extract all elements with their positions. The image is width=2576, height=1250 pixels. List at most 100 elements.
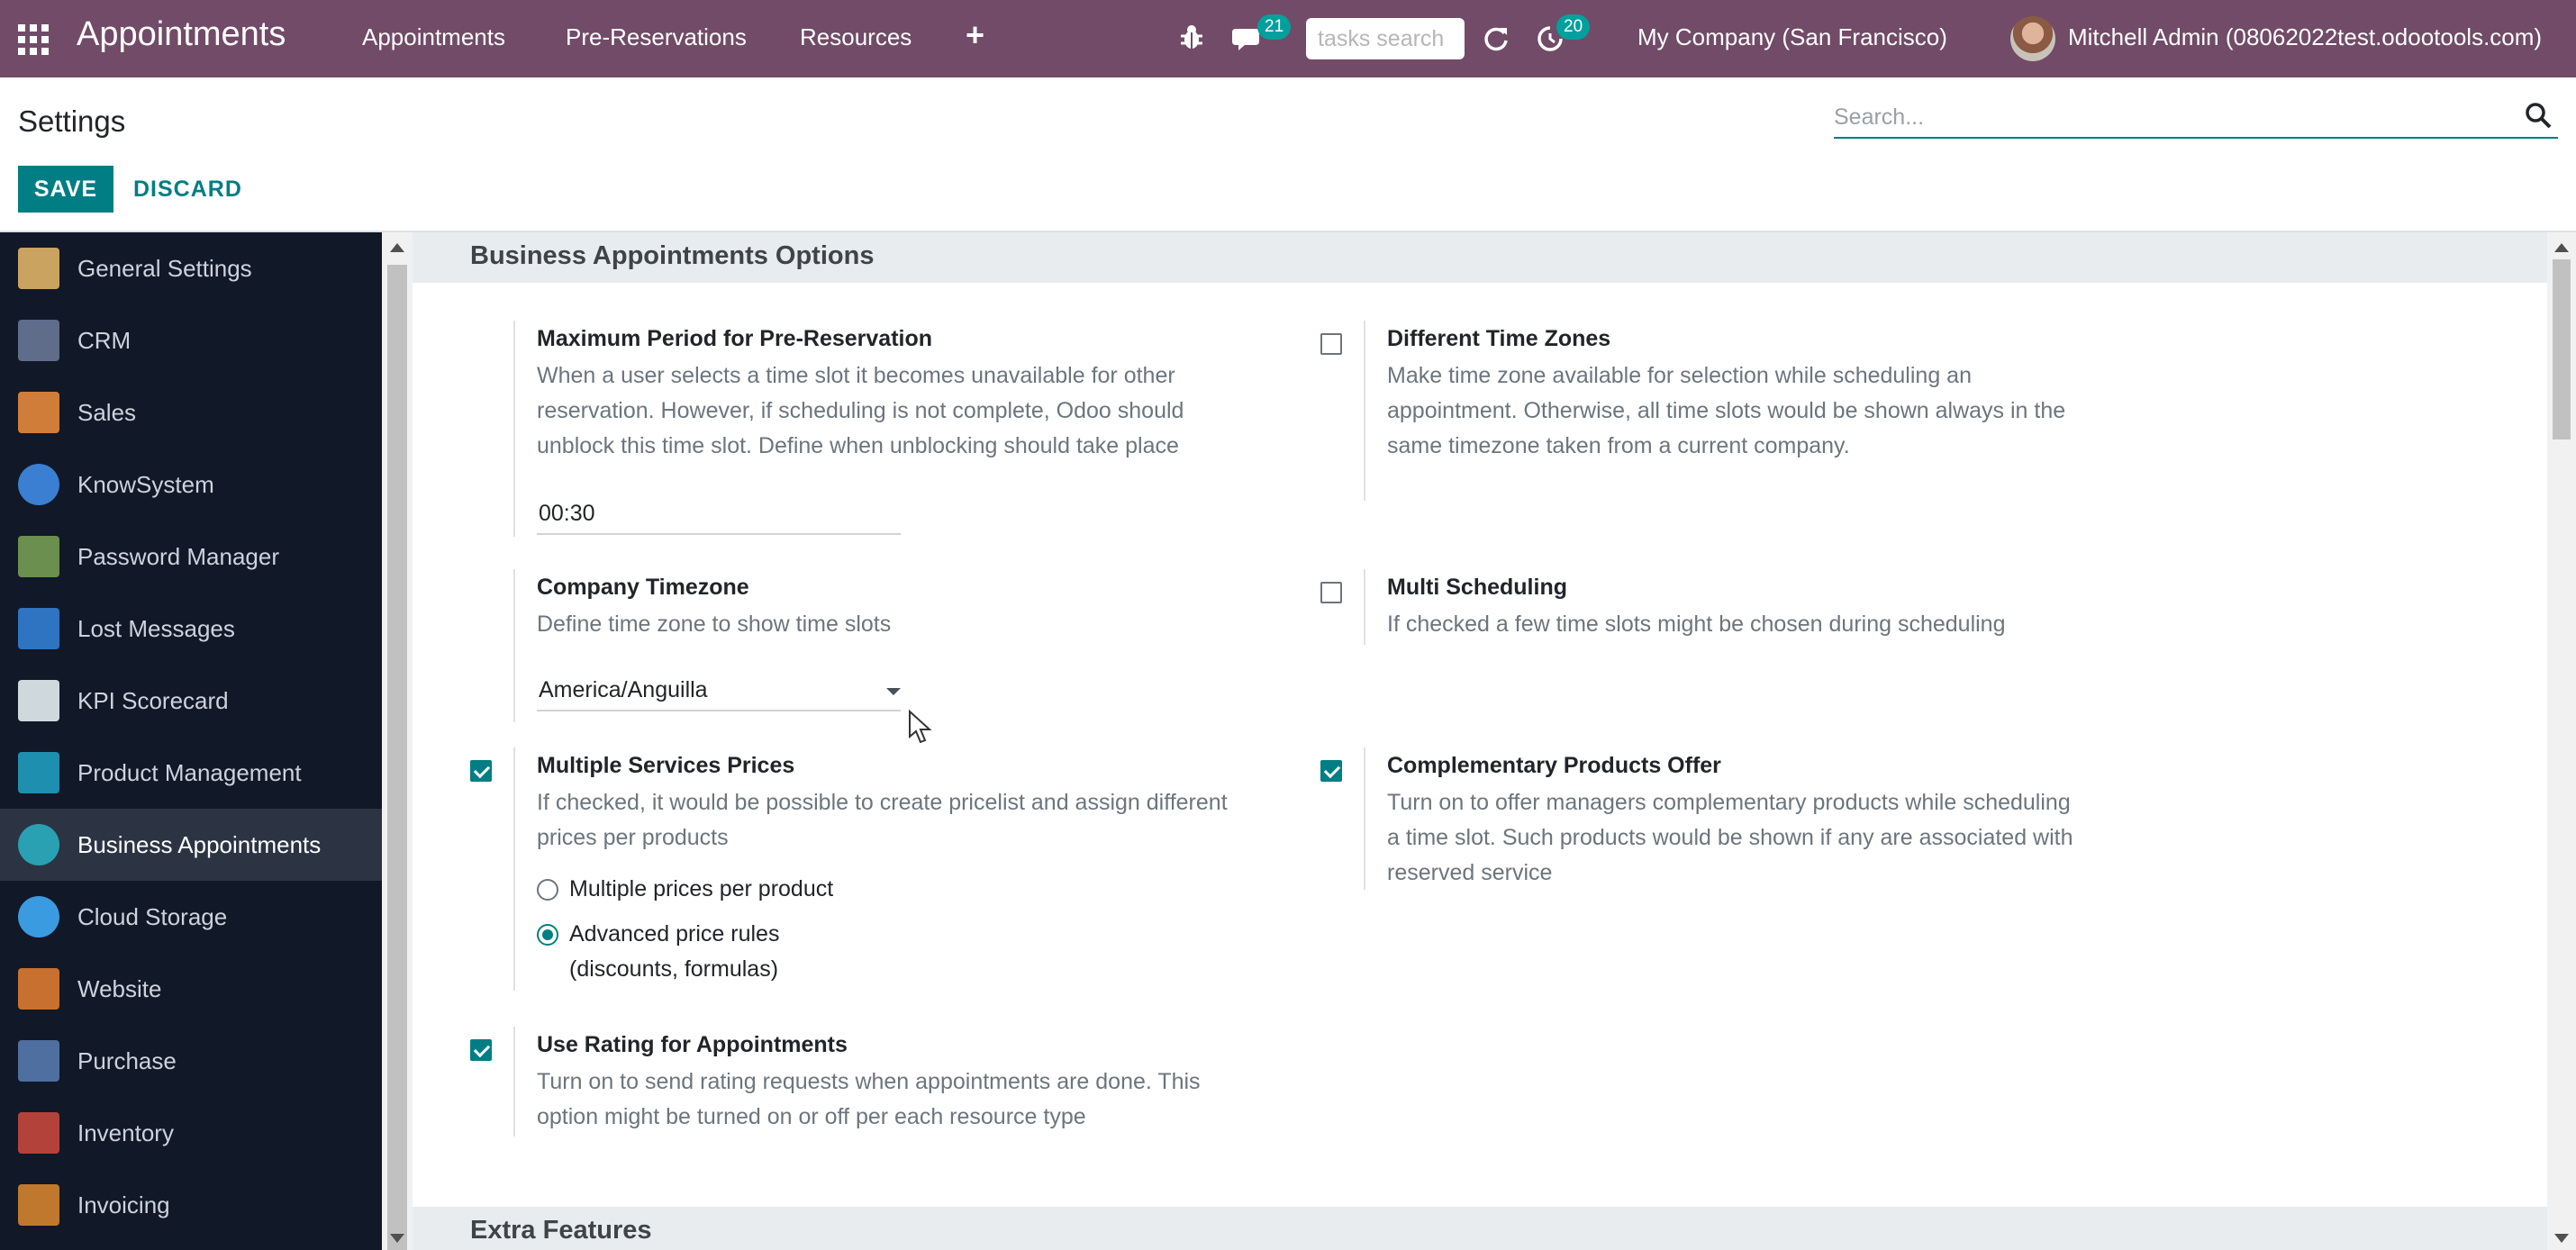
sidebar-item-cloud-storage[interactable]: Cloud Storage — [0, 881, 382, 953]
desc-line: If checked a few time slots might be cho… — [1387, 611, 2006, 637]
document-icon — [18, 680, 59, 721]
setting-description: Turn on to offer managers complementary … — [1387, 785, 2073, 891]
sidebar-item-label: CRM — [77, 326, 132, 354]
desc-line: If checked, it would be possible to crea… — [537, 790, 1228, 815]
sidebar-item-sales[interactable]: Sales — [0, 376, 382, 448]
setting-description: Turn on to send rating requests when app… — [537, 1064, 1201, 1135]
scroll-up-arrow-icon[interactable] — [390, 243, 404, 252]
top-navbar: Appointments Appointments Pre-Reservatio… — [0, 0, 2576, 77]
setting-title: Company Timezone — [537, 575, 749, 600]
globe-icon — [18, 968, 59, 1010]
desc-line: option might be turned on or off per eac… — [537, 1104, 1086, 1129]
menu-appointments[interactable]: Appointments — [362, 23, 505, 51]
setting-title: Multiple Services Prices — [537, 753, 795, 778]
complementary-products-checkbox[interactable] — [1320, 760, 1342, 782]
different-time-zones-checkbox[interactable] — [1320, 333, 1342, 355]
radio-advanced-price-rules[interactable] — [537, 924, 558, 946]
invoice-icon — [18, 1184, 59, 1226]
use-rating-checkbox[interactable] — [470, 1039, 492, 1061]
sidebar-item-password-manager[interactable]: Password Manager — [0, 521, 382, 593]
sidebar-item-business-appointments[interactable]: Business Appointments — [0, 809, 382, 881]
sidebar-scrollbar[interactable] — [382, 232, 413, 1250]
refresh-icon[interactable] — [1483, 25, 1510, 52]
sidebar-item-invoicing[interactable]: Invoicing — [0, 1169, 382, 1241]
person-icon — [18, 608, 59, 649]
sidebar-item-general-settings[interactable]: General Settings — [0, 232, 382, 304]
tasks-search-input[interactable] — [1306, 18, 1465, 59]
setting-title: Use Rating for Appointments — [537, 1032, 848, 1057]
tools-icon — [18, 536, 59, 577]
desc-line: Turn on to send rating requests when app… — [537, 1069, 1201, 1094]
radio-label-line: Advanced price rules — [569, 921, 780, 947]
sidebar-item-product-management[interactable]: Product Management — [0, 737, 382, 809]
sidebar-item-knowsystem[interactable]: KnowSystem — [0, 448, 382, 521]
setting-title: Maximum Period for Pre-Reservation — [537, 326, 933, 351]
scroll-down-arrow-icon[interactable] — [390, 1234, 404, 1243]
desc-line: reservation. However, if scheduling is n… — [537, 398, 1184, 423]
app-title[interactable]: Appointments — [77, 15, 286, 54]
sidebar-item-kpi-scorecard[interactable]: KPI Scorecard — [0, 665, 382, 737]
sidebar-item-purchase[interactable]: Purchase — [0, 1025, 382, 1097]
content-scrollbar[interactable] — [2547, 232, 2576, 1250]
max-period-field[interactable]: 00:30 — [537, 495, 901, 535]
sidebar-item-lost-messages[interactable]: Lost Messages — [0, 593, 382, 665]
user-avatar[interactable] — [2010, 16, 2055, 61]
radio-label-multiple-prices[interactable]: Multiple prices per product — [569, 872, 833, 907]
radio-label-advanced-price-rules[interactable]: Advanced price rules (discounts, formula… — [569, 917, 779, 987]
sidebar-item-label: KPI Scorecard — [77, 686, 229, 714]
setting-description: If checked, it would be possible to crea… — [537, 785, 1228, 856]
setting-description: If checked a few time slots might be cho… — [1387, 607, 2006, 642]
box-icon — [18, 1112, 59, 1154]
desc-line: Turn on to offer managers complementary … — [1387, 790, 2071, 815]
setting-multiple-services-prices: Multiple Services Prices If checked, it … — [413, 747, 1259, 991]
scrollbar-thumb[interactable] — [387, 265, 407, 1250]
section-header-business-appointments: Business Appointments Options — [413, 232, 2547, 283]
radio-label-line: (discounts, formulas) — [569, 956, 779, 982]
cloud-icon — [18, 896, 59, 938]
menu-pre-reservations[interactable]: Pre-Reservations — [566, 23, 747, 51]
company-switcher[interactable]: My Company (San Francisco) — [1637, 23, 1947, 51]
menu-resources[interactable]: Resources — [800, 23, 912, 51]
setting-different-time-zones: Different Time Zones Make time zone avai… — [1263, 321, 2434, 501]
setting-description: When a user selects a time slot it becom… — [537, 358, 1184, 464]
mouse-cursor-icon — [909, 710, 932, 744]
setting-title: Multi Scheduling — [1387, 575, 1567, 600]
save-button[interactable]: SAVE — [18, 166, 113, 213]
setting-divider — [513, 321, 515, 537]
sidebar-item-inventory[interactable]: Inventory — [0, 1097, 382, 1169]
sidebar-item-label: Purchase — [77, 1046, 177, 1074]
setting-multi-scheduling: Multi Scheduling If checked a few time s… — [1263, 569, 2434, 645]
settings-sidebar: General Settings CRM Sales KnowSystem Pa… — [0, 232, 382, 1250]
multiple-services-prices-checkbox[interactable] — [470, 760, 492, 782]
multi-scheduling-checkbox[interactable] — [1320, 582, 1342, 603]
caret-down-icon[interactable] — [886, 688, 901, 695]
user-menu[interactable]: Mitchell Admin (08062022test.odootools.c… — [2068, 23, 2542, 51]
settings-search-input[interactable] — [1834, 99, 2500, 135]
setting-use-rating: Use Rating for Appointments Turn on to s… — [413, 1027, 1259, 1144]
desc-line: Make time zone available for selection w… — [1387, 363, 1972, 388]
discard-button[interactable]: DISCARD — [126, 166, 249, 213]
scrollbar-thumb[interactable] — [2553, 259, 2571, 439]
setting-divider — [513, 569, 515, 722]
desc-line: unblock this time slot. Define when unbl… — [537, 433, 1179, 458]
company-timezone-select[interactable]: America/Anguilla — [537, 672, 901, 711]
setting-divider — [513, 1027, 515, 1137]
sidebar-item-label: Lost Messages — [77, 614, 235, 642]
scroll-down-arrow-icon[interactable] — [2554, 1234, 2569, 1243]
desc-line: a time slot. Such products would be show… — [1387, 825, 2073, 850]
setting-title: Complementary Products Offer — [1387, 753, 1721, 778]
apps-menu-icon[interactable] — [18, 24, 49, 55]
scroll-up-arrow-icon[interactable] — [2554, 243, 2569, 252]
sidebar-item-website[interactable]: Website — [0, 953, 382, 1025]
max-period-value[interactable]: 00:30 — [539, 501, 595, 527]
sidebar-item-crm[interactable]: CRM — [0, 304, 382, 376]
setting-divider — [1364, 747, 1365, 890]
desc-line: appointment. Otherwise, all time slots w… — [1387, 398, 2066, 423]
search-icon[interactable] — [2524, 101, 2553, 130]
radio-multiple-prices-per-product[interactable] — [537, 879, 558, 901]
brain-icon — [18, 464, 59, 505]
sidebar-item-label: Product Management — [77, 758, 302, 786]
add-menu-icon[interactable]: + — [966, 16, 984, 54]
handshake-icon — [18, 320, 59, 361]
bug-icon[interactable] — [1178, 23, 1205, 52]
